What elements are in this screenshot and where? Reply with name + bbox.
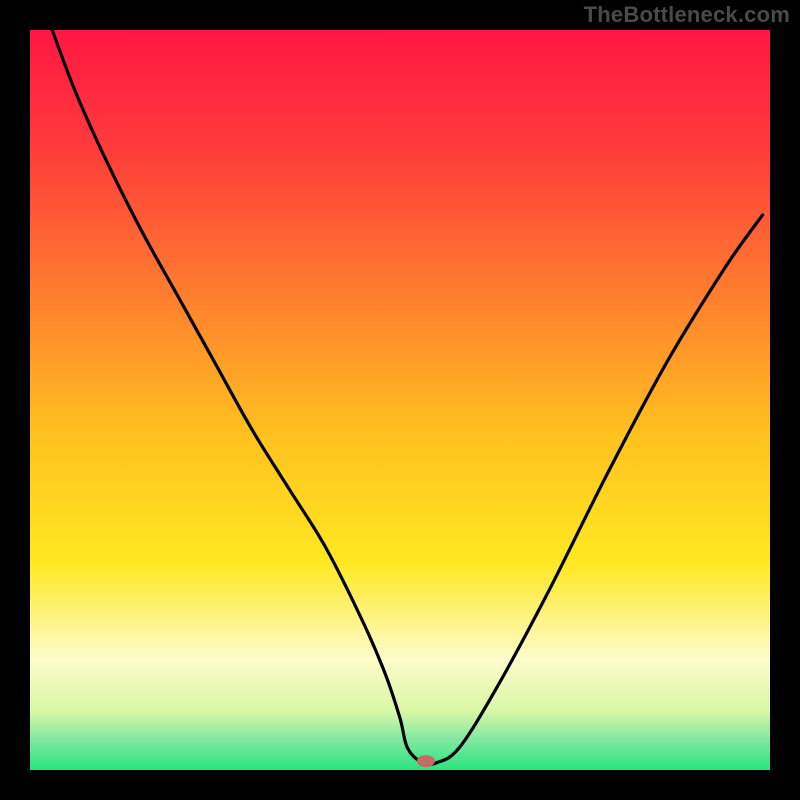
plot-background — [30, 30, 770, 770]
optimal-point-marker — [417, 755, 435, 767]
watermark-label: TheBottleneck.com — [584, 2, 790, 28]
chart-frame: TheBottleneck.com — [0, 0, 800, 800]
bottleneck-plot — [0, 0, 800, 800]
